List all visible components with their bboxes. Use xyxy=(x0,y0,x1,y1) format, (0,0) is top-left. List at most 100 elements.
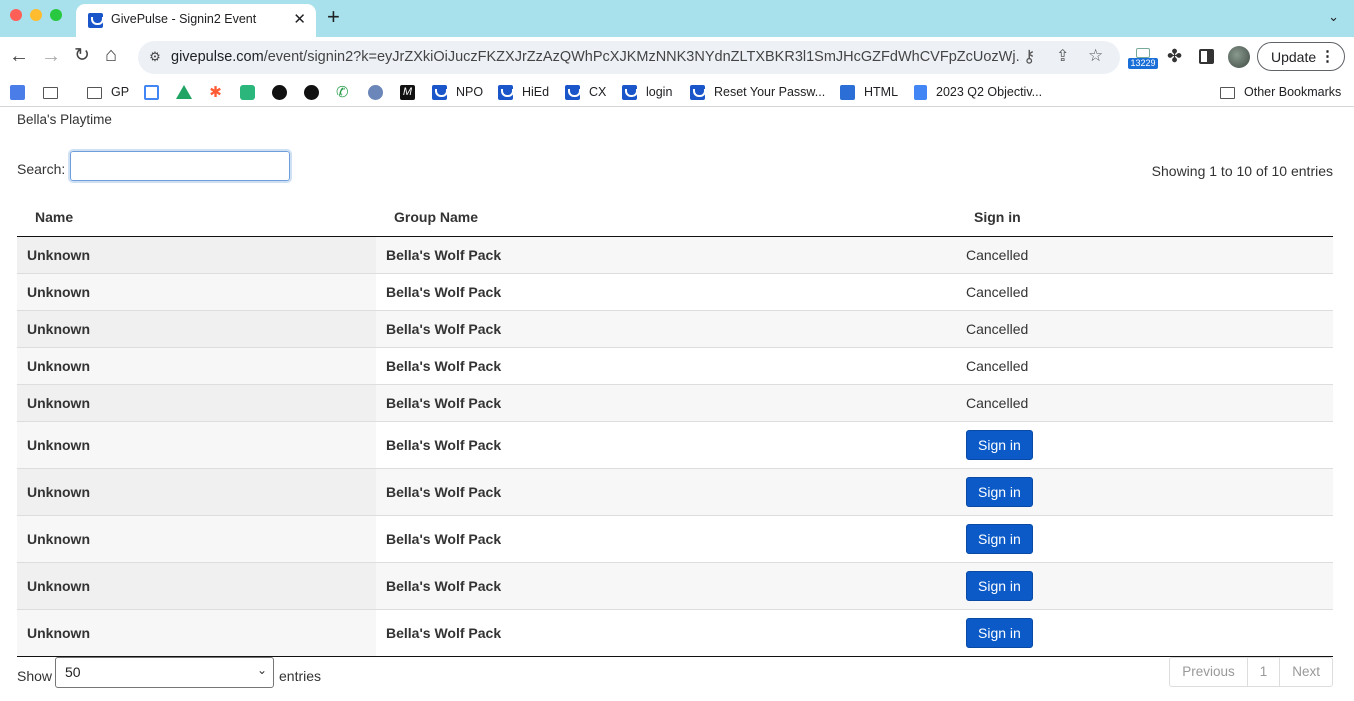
url-text[interactable]: givepulse.com/event/signin2?k=eyJrZXkiOi… xyxy=(171,49,1021,65)
sign-in-button[interactable]: Sign in xyxy=(966,570,1033,601)
puzzle-icon[interactable]: ✤ xyxy=(1167,46,1182,67)
drive-icon xyxy=(176,85,192,99)
status-cell: Cancelled xyxy=(948,346,1333,384)
bookmark-label: 2023 Q2 Objectiv... xyxy=(936,85,1043,99)
side-panel-icon[interactable] xyxy=(1199,49,1214,64)
bookmark-npo[interactable]: NPO xyxy=(432,83,483,101)
bookmark-folder[interactable] xyxy=(43,83,58,101)
table-row: Unknown Bella's Wolf Pack Sign in xyxy=(17,561,1333,609)
page-length-select[interactable]: 50 ⌄ xyxy=(55,657,274,688)
home-icon[interactable]: ⌂ xyxy=(105,45,117,65)
active-tab[interactable]: GivePulse - Signin2 Event ✕ xyxy=(76,4,316,37)
name-cell: Unknown xyxy=(17,236,376,273)
table-info: Showing 1 to 10 of 10 entries xyxy=(1151,163,1333,179)
bookmarks-bar: GP ✱ ✆ M NPO HiEd CX login Reset Your Pa… xyxy=(0,77,1354,107)
close-icon[interactable]: ✕ xyxy=(293,10,306,28)
address-bar[interactable]: ⚙ givepulse.com/event/signin2?k=eyJrZXki… xyxy=(138,41,1120,74)
pagination: Previous 1 Next xyxy=(1169,657,1333,687)
table-row: Unknown Bella's Wolf Pack Cancelled xyxy=(17,236,1333,273)
mail-extension-icon[interactable]: 13229 xyxy=(1128,48,1158,70)
bookmark-login[interactable]: login xyxy=(622,83,672,101)
name-cell: Unknown xyxy=(17,561,376,609)
bookmark-hubspot[interactable]: ✱ xyxy=(208,83,223,101)
attendee-table: Name Group Name Sign in Unknown Bella's … xyxy=(17,198,1333,657)
kebab-icon[interactable]: ⋮ xyxy=(1320,47,1335,65)
bookmark-objectives[interactable]: 2023 Q2 Objectiv... xyxy=(914,83,1042,101)
search-input[interactable] xyxy=(68,149,292,183)
bookmark-label: login xyxy=(646,85,673,99)
sign-in-button[interactable]: Sign in xyxy=(966,617,1033,648)
chevron-down-icon[interactable]: ⌄ xyxy=(1328,9,1339,25)
bookmark-label: HTML xyxy=(864,85,899,99)
bookmark-translate[interactable] xyxy=(10,83,25,101)
arrow-right-icon[interactable]: → xyxy=(41,46,61,66)
tab-title: GivePulse - Signin2 Event xyxy=(111,12,257,26)
bookmark-label: CX xyxy=(589,85,607,99)
sign-in-button[interactable]: Sign in xyxy=(966,476,1033,507)
avatar[interactable] xyxy=(1228,46,1250,68)
bookmark-label: NPO xyxy=(456,85,484,99)
status-cell: Cancelled xyxy=(948,309,1333,347)
bookmark-reset-password[interactable]: Reset Your Passw... xyxy=(690,83,825,101)
other-bookmarks-label: Other Bookmarks xyxy=(1244,85,1342,99)
bookmark-label: Reset Your Passw... xyxy=(714,85,826,99)
status-cell: Sign in xyxy=(948,467,1333,515)
url-host: givepulse.com xyxy=(171,49,264,65)
bookmark-green-app[interactable] xyxy=(240,83,255,101)
bookmark-calendar[interactable] xyxy=(144,83,159,101)
previous-page-button[interactable]: Previous xyxy=(1170,658,1247,686)
share-icon[interactable]: ⇪ xyxy=(1056,46,1069,66)
key-icon[interactable]: ⚷ xyxy=(1023,47,1035,67)
bookmark-github-2[interactable] xyxy=(304,83,319,101)
sign-in-button[interactable]: Sign in xyxy=(966,523,1033,554)
givepulse-icon xyxy=(432,84,448,100)
sign-in-button[interactable]: Sign in xyxy=(966,429,1033,460)
new-tab-button[interactable]: + xyxy=(327,6,340,28)
group-cell: Bella's Wolf Pack xyxy=(376,608,948,657)
minimize-window-button[interactable] xyxy=(30,9,42,21)
other-bookmarks[interactable]: Other Bookmarks xyxy=(1220,83,1341,101)
table-body: Unknown Bella's Wolf Pack Cancelled Unkn… xyxy=(17,236,1333,657)
column-header-sign-in[interactable]: Sign in xyxy=(948,198,1333,237)
givepulse-icon xyxy=(565,84,581,100)
status-cell: Sign in xyxy=(948,420,1333,468)
search-label: Search: xyxy=(17,161,66,177)
bookmark-seal[interactable] xyxy=(368,83,383,101)
bookmark-cx[interactable]: CX xyxy=(565,83,606,101)
bookmark-github[interactable] xyxy=(272,83,287,101)
name-cell: Unknown xyxy=(17,309,376,347)
status-cell: Cancelled xyxy=(948,236,1333,273)
arrow-left-icon[interactable]: ← xyxy=(9,46,29,66)
bookmark-m[interactable]: M xyxy=(400,83,415,101)
bookmark-drive[interactable] xyxy=(176,83,192,101)
update-button[interactable]: Update ⋮ xyxy=(1257,42,1345,71)
maximize-window-button[interactable] xyxy=(50,9,62,21)
givepulse-icon xyxy=(622,84,638,100)
table-row: Unknown Bella's Wolf Pack Cancelled xyxy=(17,272,1333,310)
code-icon xyxy=(840,84,855,100)
page-number-button[interactable]: 1 xyxy=(1246,658,1280,686)
name-cell: Unknown xyxy=(17,467,376,515)
table-header-row: Name Group Name Sign in xyxy=(17,198,1333,237)
table-row: Unknown Bella's Wolf Pack Sign in xyxy=(17,467,1333,515)
tune-icon[interactable]: ⚙ xyxy=(147,49,163,65)
status-cell: Cancelled xyxy=(948,383,1333,421)
group-cell: Bella's Wolf Pack xyxy=(376,272,948,310)
translate-icon xyxy=(10,84,25,100)
name-cell: Unknown xyxy=(17,514,376,562)
column-header-name[interactable]: Name xyxy=(17,198,376,237)
bookmark-phone[interactable]: ✆ xyxy=(336,83,351,101)
bookmark-html[interactable]: HTML xyxy=(840,83,898,101)
star-icon[interactable]: ☆ xyxy=(1088,46,1103,66)
bookmark-hied[interactable]: HiEd xyxy=(498,83,549,101)
group-cell: Bella's Wolf Pack xyxy=(376,346,948,384)
reload-icon[interactable]: ↻ xyxy=(74,46,90,66)
extension-badge: 13229 xyxy=(1128,58,1158,69)
bookmark-gp[interactable]: GP xyxy=(87,83,129,101)
docs-icon xyxy=(914,84,927,100)
close-window-button[interactable] xyxy=(10,9,22,21)
next-page-button[interactable]: Next xyxy=(1279,658,1332,686)
column-header-group[interactable]: Group Name xyxy=(376,198,948,237)
url-path: /event/signin2?k=eyJrZXkiOiJuczFKZXJrZzA… xyxy=(263,49,1021,65)
mail-icon xyxy=(1136,48,1150,58)
